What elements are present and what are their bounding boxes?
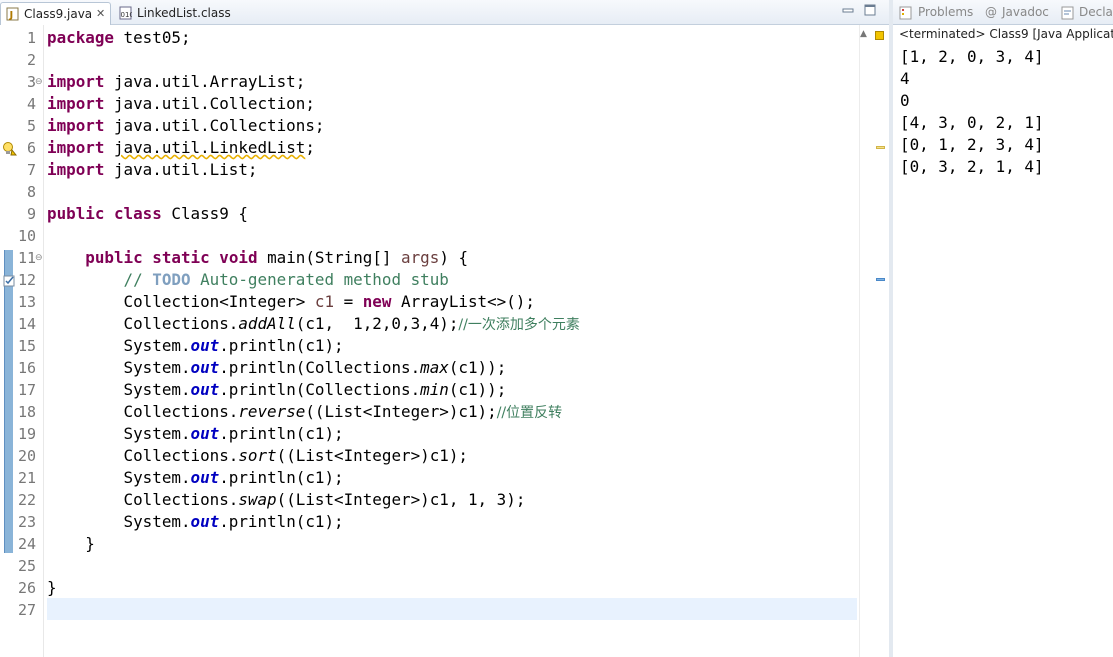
- code-line: System.out.println(c1);: [123, 424, 344, 443]
- line-number-gutter[interactable]: 1 2 3 4 5 6 7 8 9 10 11 12 13 14 15 16 17 18 19 20 21 22 23 24 2…: [0, 25, 44, 657]
- code-line: import java.util.Collections;: [47, 116, 325, 135]
- line-number: 13: [17, 293, 36, 311]
- warning-ruler-marker[interactable]: [876, 146, 885, 149]
- line-number: 23: [17, 513, 36, 531]
- line-number: 1: [26, 29, 36, 47]
- tab-problems[interactable]: Problems: [918, 5, 973, 19]
- editor-tab-bar: J Class9.java ✕ 010 LinkedList.class: [0, 0, 889, 25]
- code-line: }: [47, 578, 57, 597]
- line-number: 9: [26, 205, 36, 223]
- tab-label: Class9.java: [24, 7, 93, 21]
- line-number: 5: [26, 117, 36, 135]
- code-line: System.out.println(Collections.max(c1));: [123, 358, 507, 377]
- console-status-label: <terminated> Class9 [Java Application: [899, 27, 1113, 41]
- svg-text:J: J: [9, 10, 14, 21]
- line-number: 22: [17, 491, 36, 509]
- fold-icon[interactable]: ⊖: [35, 71, 43, 93]
- line-number: 25: [17, 557, 36, 575]
- overview-ruler[interactable]: [859, 25, 889, 657]
- problems-icon: [899, 6, 912, 20]
- line-number: 11: [17, 249, 36, 267]
- code-line: Collection<Integer> c1 = new ArrayList<>…: [123, 292, 535, 311]
- console-output-line: 0: [900, 91, 910, 110]
- line-number: 8: [26, 183, 36, 201]
- line-number: 18: [17, 403, 36, 421]
- code-line: import java.util.List;: [47, 160, 258, 179]
- line-number: 16: [17, 359, 36, 377]
- declaration-icon: [1061, 6, 1074, 20]
- console-output-line: [4, 3, 0, 2, 1]: [900, 113, 1044, 132]
- tab-javadoc[interactable]: Javadoc: [1002, 5, 1049, 19]
- code-line: Collections.addAll(c1, 1,2,0,3,4);//一次添加…: [123, 314, 580, 333]
- code-line: package test05;: [47, 28, 191, 47]
- code-line: System.out.println(c1);: [123, 512, 344, 531]
- line-number: 21: [17, 469, 36, 487]
- console-output-line: [0, 1, 2, 3, 4]: [900, 135, 1044, 154]
- console-output-line: [0, 3, 2, 1, 4]: [900, 157, 1044, 176]
- line-number: 4: [26, 95, 36, 113]
- minimize-icon[interactable]: [842, 4, 854, 16]
- code-line: // TODO Auto-generated method stub: [123, 270, 449, 289]
- code-line: System.out.println(c1);: [123, 468, 344, 487]
- tab-class9-java[interactable]: J Class9.java ✕: [0, 2, 111, 25]
- line-number: 19: [17, 425, 36, 443]
- tab-label: LinkedList.class: [137, 6, 231, 20]
- svg-text:010: 010: [121, 11, 133, 19]
- maximize-icon[interactable]: [864, 4, 876, 16]
- code-area[interactable]: package test05; import java.util.ArrayLi…: [47, 27, 857, 621]
- line-number: 14: [17, 315, 36, 333]
- code-line: System.out.println(c1);: [123, 336, 344, 355]
- warning-lightbulb-icon[interactable]: [2, 141, 17, 156]
- tab-declaration[interactable]: Declar: [1079, 5, 1113, 19]
- task-ruler-marker[interactable]: [876, 278, 885, 281]
- class-file-icon: 010: [119, 6, 132, 20]
- code-line: import java.util.LinkedList;: [47, 138, 315, 157]
- line-number: 26: [17, 579, 36, 597]
- line-number: 2: [26, 51, 36, 69]
- view-tab-bar: Problems @ Javadoc Declar: [893, 0, 1113, 25]
- code-line: public class Class9 {: [47, 204, 248, 223]
- line-number: 15: [17, 337, 36, 355]
- line-number: 10: [17, 227, 36, 245]
- line-number: 24: [17, 535, 36, 553]
- console-view[interactable]: <terminated> Class9 [Java Application [1…: [893, 25, 1113, 657]
- line-number: 20: [17, 447, 36, 465]
- line-number: 7: [26, 161, 36, 179]
- scroll-up-icon[interactable]: ▲: [860, 29, 867, 39]
- at-icon: @: [985, 5, 997, 19]
- java-file-icon: J: [6, 7, 19, 21]
- task-icon[interactable]: [2, 274, 17, 288]
- code-line: Collections.swap((List<Integer>)c1, 1, 3…: [123, 490, 526, 509]
- code-line: System.out.println(Collections.min(c1));: [123, 380, 507, 399]
- console-output[interactable]: [1, 2, 0, 3, 4] 4 0 [4, 3, 0, 2, 1] [0, …: [900, 46, 1044, 178]
- unused-import-warning: java.util.LinkedList: [113, 138, 306, 157]
- fold-icon[interactable]: ⊖: [35, 247, 43, 269]
- line-number: 3: [26, 73, 36, 91]
- console-output-line: 4: [900, 69, 910, 88]
- code-line: import java.util.ArrayList;: [47, 72, 306, 91]
- code-line: Collections.reverse((List<Integer>)c1);/…: [123, 402, 563, 421]
- code-line: import java.util.Collection;: [47, 94, 315, 113]
- code-line: Collections.sort((List<Integer>)c1);: [123, 446, 468, 465]
- tab-linkedlist-class[interactable]: 010 LinkedList.class: [114, 2, 234, 25]
- code-editor[interactable]: 1 2 3 4 5 6 7 8 9 10 11 12 13 14 15 16 17 18 19 20 21 22 23 24 2…: [0, 25, 889, 657]
- line-number: 17: [17, 381, 36, 399]
- code-line: public static void main(String[] args) {: [85, 248, 469, 267]
- warning-summary-icon[interactable]: [875, 31, 884, 40]
- line-number: 27: [17, 601, 36, 619]
- code-line: }: [85, 534, 95, 553]
- console-output-line: [1, 2, 0, 3, 4]: [900, 47, 1044, 66]
- close-icon[interactable]: ✕: [96, 3, 105, 25]
